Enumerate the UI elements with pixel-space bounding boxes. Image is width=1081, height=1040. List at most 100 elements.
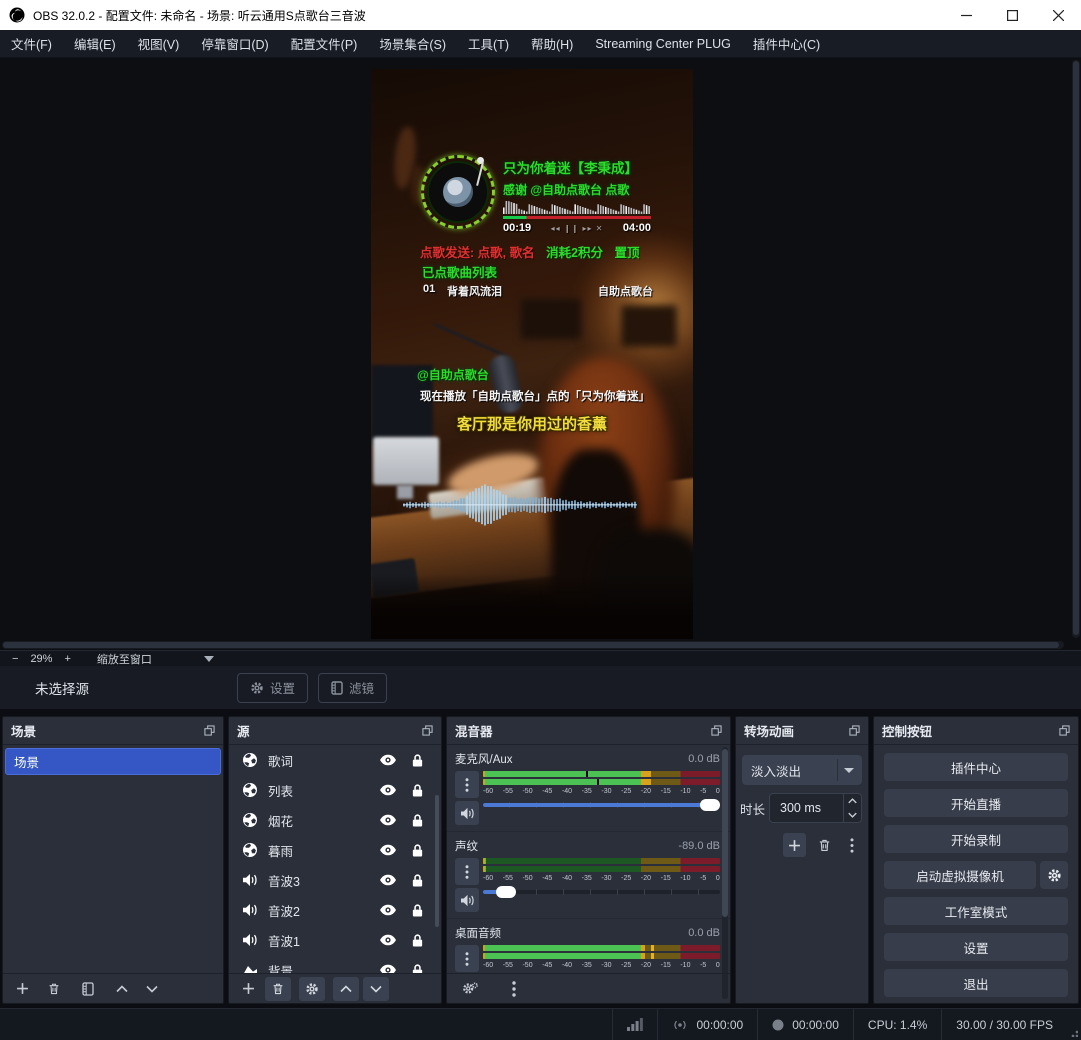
- mixer-channel-options-button[interactable]: [455, 945, 479, 972]
- volume-slider-handle[interactable]: [700, 799, 720, 811]
- lock-icon[interactable]: [407, 933, 427, 948]
- mixer-channel-options-button[interactable]: [455, 771, 479, 798]
- add-scene-button[interactable]: [13, 980, 31, 998]
- menu-item[interactable]: 工具(T): [457, 30, 520, 57]
- duration-spinbox[interactable]: 300 ms: [769, 793, 862, 823]
- lock-icon[interactable]: [407, 783, 427, 798]
- menu-item[interactable]: 编辑(E): [63, 30, 127, 57]
- menu-item[interactable]: 文件(F): [0, 30, 63, 57]
- visibility-eye-icon[interactable]: [378, 754, 398, 766]
- control-button-3[interactable]: 开始录制: [884, 825, 1068, 853]
- control-button-2[interactable]: 开始直播: [884, 789, 1068, 817]
- source-list-item[interactable]: 列表: [229, 775, 441, 805]
- lock-icon[interactable]: [407, 963, 427, 974]
- minimize-button[interactable]: [943, 0, 989, 30]
- lock-icon[interactable]: [407, 903, 427, 918]
- source-move-down-button[interactable]: [363, 977, 389, 1001]
- control-button-5[interactable]: 工作室模式: [884, 897, 1068, 925]
- transition-options-button[interactable]: [844, 836, 860, 854]
- dock-popout-icon[interactable]: [849, 725, 860, 736]
- remove-scene-button[interactable]: [45, 980, 63, 998]
- zoom-out-button[interactable]: −: [6, 653, 24, 665]
- sources-scrollbar[interactable]: [435, 795, 439, 927]
- mute-speaker-button[interactable]: [455, 888, 479, 912]
- preview-horizontal-scrollbar[interactable]: [2, 641, 1064, 649]
- scene-move-down-button[interactable]: [143, 980, 161, 998]
- dock-popout-icon[interactable]: [422, 725, 433, 736]
- add-source-button[interactable]: [239, 980, 257, 998]
- lock-icon[interactable]: [407, 753, 427, 768]
- lock-icon[interactable]: [407, 873, 427, 888]
- source-list-item[interactable]: 歌词: [229, 745, 441, 775]
- preview-vertical-scrollbar[interactable]: [1072, 60, 1080, 638]
- lock-icon[interactable]: [407, 813, 427, 828]
- scenes-dock-header[interactable]: 场景: [3, 717, 223, 745]
- advanced-audio-button[interactable]: [461, 980, 479, 998]
- virtual-camera-config-button[interactable]: [1040, 861, 1068, 889]
- add-transition-button[interactable]: [783, 833, 806, 857]
- menu-item[interactable]: 场景集合(S): [368, 30, 457, 57]
- source-list-item[interactable]: 背景: [229, 955, 441, 973]
- visibility-eye-icon[interactable]: [378, 844, 398, 856]
- scene-list-item-selected[interactable]: 场景: [5, 748, 221, 775]
- source-list-item[interactable]: 音波2: [229, 895, 441, 925]
- scene-move-up-button[interactable]: [113, 980, 131, 998]
- volume-slider[interactable]: [483, 799, 720, 811]
- control-button-6[interactable]: 设置: [884, 933, 1068, 961]
- volume-slider-handle[interactable]: [496, 886, 516, 898]
- remove-transition-button[interactable]: [816, 836, 832, 854]
- remove-source-button[interactable]: [265, 977, 291, 1001]
- mixer-channel-options-button[interactable]: [455, 858, 479, 885]
- menu-item[interactable]: 帮助(H): [520, 30, 584, 57]
- time-total: 04:00: [623, 222, 651, 234]
- menu-item[interactable]: 停靠窗口(D): [190, 30, 279, 57]
- volume-slider[interactable]: [483, 886, 720, 898]
- control-button-4[interactable]: 启动虚拟摄像机: [884, 861, 1036, 889]
- visibility-eye-icon[interactable]: [378, 904, 398, 916]
- dock-popout-icon[interactable]: [1059, 725, 1070, 736]
- source-list-item[interactable]: 烟花: [229, 805, 441, 835]
- dock-popout-icon[interactable]: [204, 725, 215, 736]
- control-button-7[interactable]: 退出: [884, 969, 1068, 997]
- maximize-button[interactable]: [989, 0, 1035, 30]
- controls-dock-header[interactable]: 控制按钮: [874, 717, 1078, 745]
- source-properties-toolbar-button[interactable]: [299, 977, 325, 1001]
- source-filters-button[interactable]: 滤镜: [318, 673, 387, 703]
- resize-grip[interactable]: [1067, 1009, 1081, 1040]
- zoom-fit-label[interactable]: 缩放至窗口: [91, 651, 158, 667]
- transitions-dock: 转场动画 淡入淡出 时长 300 ms: [735, 716, 869, 1004]
- mixer-dock-header[interactable]: 混音器: [447, 717, 730, 745]
- dock-popout-icon[interactable]: [711, 725, 722, 736]
- scene-filters-button[interactable]: [79, 980, 97, 998]
- control-button-1[interactable]: 插件中心: [884, 753, 1068, 781]
- sources-dock-header[interactable]: 源: [229, 717, 441, 745]
- menu-item[interactable]: 视图(V): [127, 30, 191, 57]
- source-list-item[interactable]: 音波3: [229, 865, 441, 895]
- mixer-options-button[interactable]: [505, 980, 523, 998]
- zoom-in-button[interactable]: +: [58, 653, 76, 665]
- mute-speaker-button[interactable]: [455, 801, 479, 825]
- source-properties-button[interactable]: 设置: [237, 673, 308, 703]
- transition-select[interactable]: 淡入淡出: [742, 755, 862, 785]
- menu-item[interactable]: Streaming Center PLUG: [584, 30, 741, 57]
- transitions-dock-header[interactable]: 转场动画: [736, 717, 868, 745]
- menu-item[interactable]: 配置文件(P): [280, 30, 369, 57]
- source-move-up-button[interactable]: [333, 977, 359, 1001]
- source-list-item[interactable]: 暮雨: [229, 835, 441, 865]
- menu-item[interactable]: 插件中心(C): [742, 30, 831, 57]
- close-button[interactable]: [1035, 0, 1081, 30]
- duration-decrease-button[interactable]: [844, 808, 861, 822]
- duration-increase-button[interactable]: [844, 794, 861, 808]
- visibility-eye-icon[interactable]: [378, 934, 398, 946]
- visibility-eye-icon[interactable]: [378, 964, 398, 973]
- visibility-eye-icon[interactable]: [378, 814, 398, 826]
- zoom-dropdown-caret-icon[interactable]: [204, 656, 214, 662]
- visibility-eye-icon[interactable]: [378, 874, 398, 886]
- lock-icon[interactable]: [407, 843, 427, 858]
- source-list-item[interactable]: 音波1: [229, 925, 441, 955]
- mixer-scrollbar[interactable]: [722, 747, 728, 999]
- video-canvas[interactable]: 只为你着迷【李秉成】 感谢 @自助点歌台 点歌 00:19 ◂◂ ❙❙ ▸▸ ✕…: [371, 69, 693, 639]
- preview-area[interactable]: 只为你着迷【李秉成】 感谢 @自助点歌台 点歌 00:19 ◂◂ ❙❙ ▸▸ ✕…: [0, 58, 1081, 650]
- broadcast-icon: [672, 1019, 688, 1031]
- visibility-eye-icon[interactable]: [378, 784, 398, 796]
